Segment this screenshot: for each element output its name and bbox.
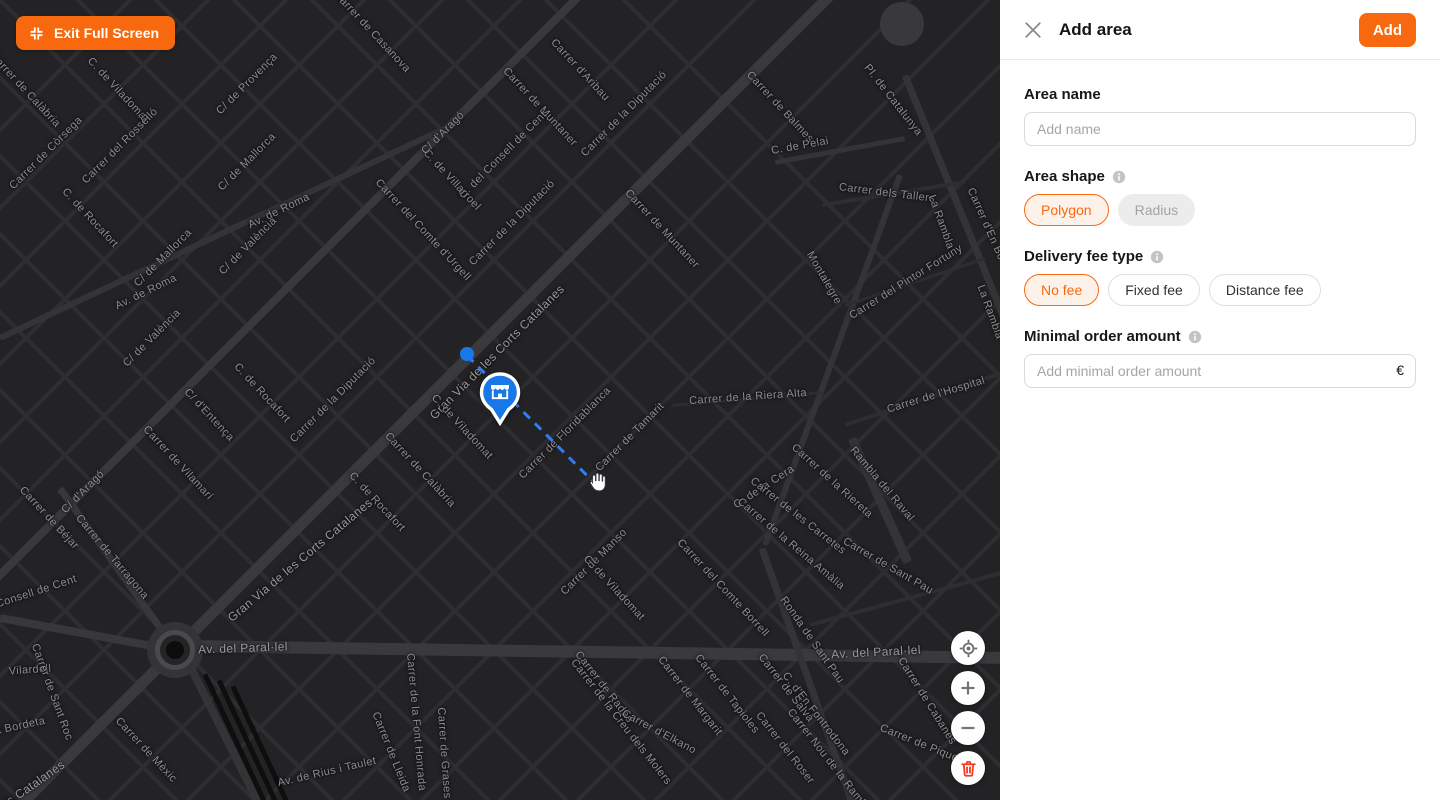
street-label: C/ de València bbox=[121, 307, 183, 369]
close-icon bbox=[1024, 21, 1042, 39]
minus-icon bbox=[959, 719, 977, 737]
delivery-fee-info-icon[interactable] bbox=[1150, 250, 1164, 264]
delete-area-button[interactable] bbox=[951, 751, 985, 785]
add-area-submit-button[interactable]: Add bbox=[1359, 13, 1416, 47]
road-line bbox=[775, 136, 906, 165]
road-line bbox=[809, 570, 1000, 627]
shape-option-radius: Radius bbox=[1118, 194, 1196, 226]
polygon-vertex-dot[interactable] bbox=[460, 347, 474, 361]
street-label: C/ d'Entença bbox=[182, 386, 237, 444]
area-shape-info-icon[interactable] bbox=[1112, 170, 1126, 184]
delivery-fee-options: No fee Fixed fee Distance fee bbox=[1024, 274, 1416, 306]
minimal-order-amount-label: Minimal order amount bbox=[1024, 328, 1181, 345]
locate-me-button[interactable] bbox=[951, 631, 985, 665]
map-canvas[interactable]: Carrer de CasanovaCarrer de CalàbriaC. d… bbox=[0, 0, 1000, 800]
area-shape-label: Area shape bbox=[1024, 168, 1105, 185]
collapse-fullscreen-icon bbox=[28, 25, 45, 42]
panel-title: Add area bbox=[1059, 20, 1132, 40]
store-location-pin[interactable] bbox=[477, 372, 523, 431]
placa-catalunya-junction bbox=[880, 2, 924, 46]
zoom-out-button[interactable] bbox=[951, 711, 985, 745]
crosshair-target-icon bbox=[959, 639, 978, 658]
road-line bbox=[0, 0, 677, 800]
roundabout-center bbox=[166, 641, 184, 659]
panel-header: Add area Add bbox=[1000, 0, 1440, 60]
exit-fullscreen-label: Exit Full Screen bbox=[54, 25, 159, 41]
zoom-in-button[interactable] bbox=[951, 671, 985, 705]
road-line bbox=[0, 0, 755, 800]
exit-fullscreen-button[interactable]: Exit Full Screen bbox=[16, 16, 175, 50]
delivery-fee-type-label: Delivery fee type bbox=[1024, 248, 1143, 265]
fee-option-fixed-fee[interactable]: Fixed fee bbox=[1108, 274, 1200, 306]
fee-option-distance-fee[interactable]: Distance fee bbox=[1209, 274, 1321, 306]
fee-option-no-fee[interactable]: No fee bbox=[1024, 274, 1099, 306]
add-area-panel: Add area Add Area name Area shape Polygo… bbox=[1000, 0, 1440, 800]
area-shape-options: Polygon Radius bbox=[1024, 194, 1416, 226]
close-panel-button[interactable] bbox=[1024, 21, 1042, 39]
area-name-input[interactable] bbox=[1024, 112, 1416, 146]
area-name-label: Area name bbox=[1024, 86, 1101, 103]
trash-icon bbox=[959, 759, 978, 778]
shape-option-polygon[interactable]: Polygon bbox=[1024, 194, 1109, 226]
plus-icon bbox=[959, 679, 977, 697]
grab-hand-cursor bbox=[584, 469, 608, 498]
minimal-order-info-icon[interactable] bbox=[1188, 330, 1202, 344]
street-label: Carrer de Muntaner bbox=[622, 187, 701, 271]
minimal-order-amount-input[interactable] bbox=[1024, 354, 1416, 388]
